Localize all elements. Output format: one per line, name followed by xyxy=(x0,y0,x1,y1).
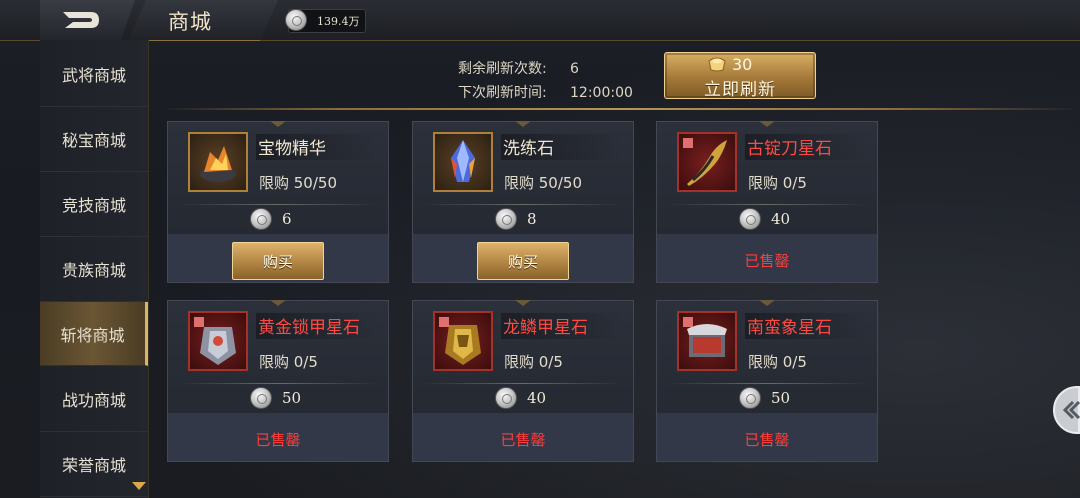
currency-amount: 139.4万 xyxy=(317,15,360,28)
shop-card: 南蛮象星石 限购 0/5 50 已售罄 xyxy=(656,300,878,462)
divider xyxy=(178,383,378,384)
item-price: 40 xyxy=(527,389,547,407)
item-name: 宝物精华 xyxy=(256,134,378,160)
next-refresh-label: 下次刷新时间: xyxy=(458,85,547,101)
treasure-essence-icon[interactable] xyxy=(188,132,248,192)
sidebar-item-label: 战功商城 xyxy=(61,391,126,410)
sidebar-item-label: 斩将商城 xyxy=(60,325,125,345)
silver-coin-icon xyxy=(250,208,272,230)
item-name: 龙鳞甲星石 xyxy=(501,313,623,339)
sidebar-item-arena-shop[interactable]: 竞技商城 xyxy=(40,172,148,237)
blade-star-stone-icon[interactable] xyxy=(677,132,737,192)
sidebar-item-label: 武将商城 xyxy=(61,66,126,85)
divider xyxy=(178,204,378,205)
divider xyxy=(423,204,623,205)
sidebar-item-label: 竞技商城 xyxy=(61,196,126,215)
item-name: 古锭刀星石 xyxy=(745,134,867,160)
back-arrow-icon xyxy=(62,12,99,28)
divider xyxy=(667,383,867,384)
back-button[interactable] xyxy=(40,0,135,40)
item-name: 洗练石 xyxy=(501,134,623,160)
purchase-limit: 限购 0/5 xyxy=(748,353,807,371)
refining-stone-icon[interactable] xyxy=(433,132,493,192)
golden-armor-star-stone-icon[interactable] xyxy=(188,311,248,371)
item-price: 50 xyxy=(771,389,791,407)
sidebar-item-label: 贵族商城 xyxy=(61,261,126,280)
refresh-info: 剩余刷新次数: 6 下次刷新时间: 12:00:00 xyxy=(458,57,633,105)
sidebar: 武将商城 秘宝商城 竞技商城 贵族商城 斩将商城 战功商城 荣誉商城 xyxy=(40,40,149,498)
dragon-scale-armor-star-stone-icon[interactable] xyxy=(433,311,493,371)
shop-card: 黄金锁甲星石 限购 0/5 50 已售罄 xyxy=(167,300,389,462)
card-notch xyxy=(759,300,775,306)
item-price: 6 xyxy=(282,210,292,228)
shop-card: 宝物精华 限购 50/50 6 购买 xyxy=(167,121,389,283)
shop-card: 龙鳞甲星石 限购 0/5 40 已售罄 xyxy=(412,300,634,462)
nanman-elephant-star-stone-icon[interactable] xyxy=(677,311,737,371)
silver-coin-icon xyxy=(739,208,761,230)
sidebar-item-noble-shop[interactable]: 贵族商城 xyxy=(40,237,148,302)
sidebar-item-label: 秘宝商城 xyxy=(61,131,126,150)
purchase-limit: 限购 0/5 xyxy=(504,353,563,371)
divider xyxy=(423,383,623,384)
double-chevron-left-icon xyxy=(1062,400,1080,420)
item-name: 南蛮象星石 xyxy=(745,313,867,339)
shop-card: 古锭刀星石 限购 0/5 40 已售罄 xyxy=(656,121,878,283)
purchase-limit: 限购 50/50 xyxy=(504,174,582,192)
refresh-cost: 30 xyxy=(732,55,753,74)
purchase-limit: 限购 0/5 xyxy=(748,174,807,192)
refresh-now-label: 立即刷新 xyxy=(704,80,776,100)
card-notch xyxy=(515,121,531,127)
gold-ingot-icon xyxy=(708,57,726,72)
purchase-limit: 限购 50/50 xyxy=(259,174,337,192)
item-price: 40 xyxy=(771,210,791,228)
shop-card: 洗练石 限购 50/50 8 购买 xyxy=(412,121,634,283)
sold-out-label: 已售罄 xyxy=(744,252,790,270)
sidebar-item-slay-general-shop[interactable]: 斩将商城 xyxy=(40,302,148,366)
sidebar-item-merit-shop[interactable]: 战功商城 xyxy=(40,367,148,432)
card-notch xyxy=(270,300,286,306)
purchase-limit: 限购 0/5 xyxy=(259,353,318,371)
silver-coin-icon xyxy=(250,387,272,409)
silver-coin-icon xyxy=(739,387,761,409)
silver-coin-icon xyxy=(495,208,517,230)
chevron-down-icon[interactable] xyxy=(132,482,146,490)
section-divider xyxy=(160,108,1080,110)
card-notch xyxy=(270,121,286,127)
sold-out-label: 已售罄 xyxy=(744,431,790,449)
divider xyxy=(667,204,867,205)
sidebar-item-label: 荣誉商城 xyxy=(61,456,126,475)
sold-out-label: 已售罄 xyxy=(255,431,301,449)
buy-button[interactable]: 购买 xyxy=(477,242,569,280)
card-notch xyxy=(515,300,531,306)
buy-button[interactable]: 购买 xyxy=(232,242,324,280)
silver-coin-icon xyxy=(495,387,517,409)
silver-coin-icon xyxy=(285,9,307,31)
next-refresh-time: 12:00:00 xyxy=(570,85,633,101)
currency-display: 139.4万 xyxy=(285,9,366,33)
refresh-remaining-label: 剩余刷新次数: xyxy=(458,61,547,77)
item-name: 黄金锁甲星石 xyxy=(256,313,378,339)
sidebar-item-general-shop[interactable]: 武将商城 xyxy=(40,42,148,107)
item-price: 50 xyxy=(282,389,302,407)
refresh-remaining-value: 6 xyxy=(570,61,579,77)
sold-out-label: 已售罄 xyxy=(500,431,546,449)
card-notch xyxy=(759,121,775,127)
page-title: 商城 xyxy=(168,10,212,34)
sidebar-item-treasure-shop[interactable]: 秘宝商城 xyxy=(40,107,148,172)
item-price: 8 xyxy=(527,210,537,228)
